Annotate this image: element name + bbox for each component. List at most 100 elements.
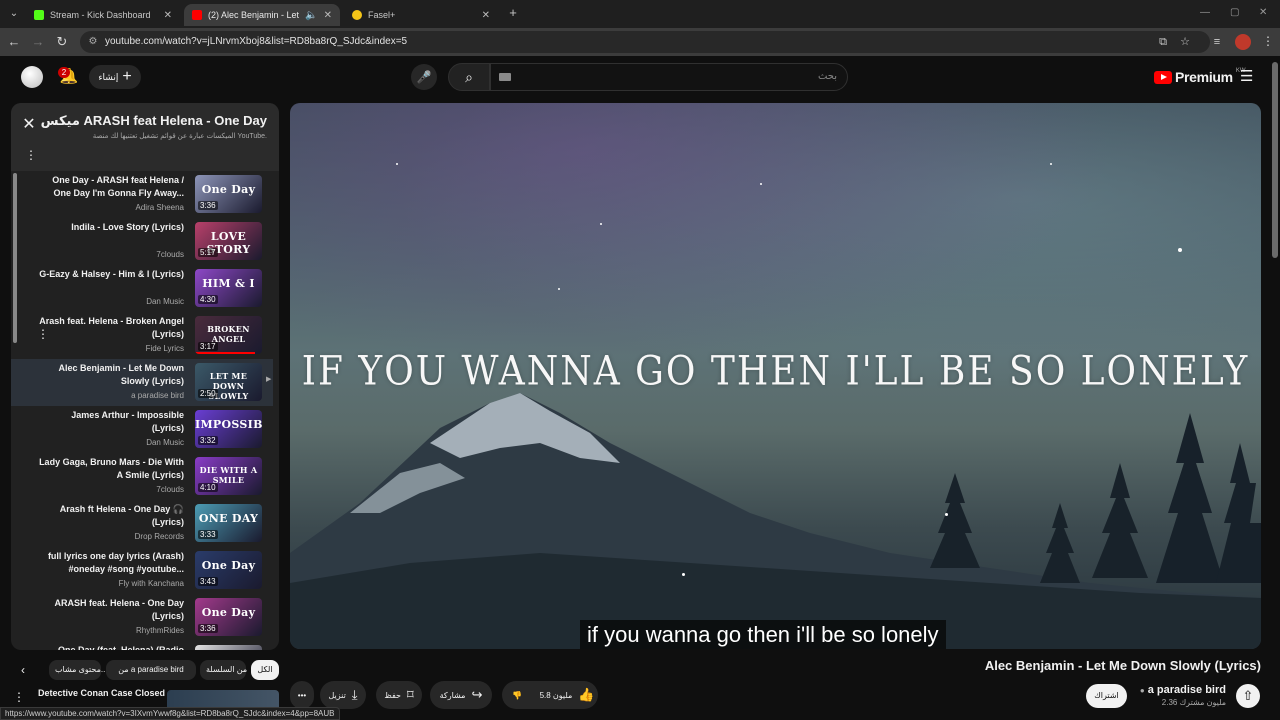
playlist-item[interactable]: LET ME DOWN SLOWLY 2:50 Alec Benjamin - Le… [11,359,273,406]
chip-from-channel[interactable]: من a paradise bird [106,660,196,680]
account-avatar[interactable] [21,66,43,88]
video-thumbnail[interactable]: BROKEN ANGEL 3:17 [195,316,262,354]
playlist-scrollbar[interactable] [13,173,17,343]
channel-avatar[interactable]: ⇧ [1236,684,1260,708]
channel-name[interactable]: ● a paradise bird [1140,684,1226,696]
playlist-item-title: G-Eazy & Halsey - Him & I (Lyrics) [39,269,184,279]
forward-icon[interactable]: → [30,34,46,50]
close-tab-icon[interactable]: ✕ [324,10,332,21]
playlist-item[interactable]: One Day 3:36 ARASH feat. Helena - One Day … [11,594,273,641]
tab-label: (2) Alec Benjamin - Let Me Down Slowly (… [208,10,300,20]
playlist-item[interactable]: One Day 3:43 full lyrics one day lyrics (A… [11,547,273,594]
youtube-premium-logo[interactable]: Premium KW [1154,68,1245,85]
guide-menu-icon[interactable]: ☰ [1240,68,1256,86]
video-thumbnail[interactable] [195,645,262,650]
tab-kick-dashboard[interactable]: Stream - Kick Dashboard ✕ [26,4,180,26]
install-app-icon[interactable]: ⧉ [1156,35,1170,49]
playlist-menu-icon[interactable]: ⋮ [25,149,37,161]
voice-search-mic-icon[interactable]: 🎤 [411,64,437,90]
mountain-scene [290,393,1261,649]
playlist-item-title: Alec Benjamin - Let Me Down Slowly (Lyri… [58,363,184,386]
search-button-icon[interactable]: ⌕ [448,63,490,91]
like-icon: 👍 [578,687,595,702]
duration-badge: 2:50 [198,389,218,398]
video-thumbnail[interactable]: IMPOSSIBLE 3:32 [195,410,262,448]
playlist-item[interactable]: LOVE STORY 5:17 Indila - Love Story (Lyric… [11,218,273,265]
playlist-item[interactable]: IMPOSSIBLE 3:32 James Arthur - Impossible … [11,406,273,453]
speaker-icon[interactable]: 🔈 [305,10,317,21]
playlist-item[interactable]: One Day 3:36 One Day - ARASH feat Helena /… [11,171,273,218]
playlist-item[interactable]: BROKEN ANGEL 3:17 Arash feat. Helena - Bro… [11,312,273,359]
duration-badge: 3:43 [198,577,218,586]
video-thumbnail[interactable]: One Day 3:36 [195,598,262,636]
site-info-icon[interactable]: ⚙ [86,35,100,49]
subscribe-button[interactable]: اشتراك [1086,684,1127,708]
item-menu-icon[interactable]: ⋮ [37,327,49,341]
tab-search-chevron-icon[interactable]: ⌄ [6,6,22,22]
search-input[interactable]: بحث [490,63,848,91]
tab-label: Stream - Kick Dashboard [50,10,151,20]
video-thumbnail[interactable]: DIE WITH A SMILE 4:10 [195,457,262,495]
youtube-play-logo-icon [1154,70,1172,84]
mix-playlist-panel: ✕ ميكس ARASH feat Helena - One Day الميك… [11,103,279,650]
chip-similar[interactable]: محتوى مشاب... [49,660,108,680]
page-scrollbar[interactable] [1272,62,1278,258]
download-button[interactable]: تنزيل ⤓ [320,681,366,709]
recommendation-menu-icon[interactable]: ⋮ [13,690,25,704]
address-bar[interactable]: ⚙ youtube.com/watch?v=jLNrvmXboj8&list=R… [80,31,1210,53]
playlist-item-channel: 7clouds [156,250,184,259]
tab-fasel[interactable]: Fasel+ ✕ [344,4,498,26]
browser-menu-icon[interactable]: ⋮ [1262,34,1274,48]
maximize-icon[interactable]: ▢ [1230,7,1239,18]
back-icon[interactable]: ← [6,34,22,50]
playlist-item[interactable]: One Day (feat. Helena) (Radio [11,641,273,650]
playlist-item-channel: a paradise bird [131,391,184,400]
share-label: مشاركة [439,690,466,700]
close-tab-icon[interactable]: ✕ [482,10,490,21]
channel-block: اشتراك ● a paradise bird 2.36 مليون مشترك… [1086,681,1266,711]
new-tab-icon[interactable]: + [505,5,521,21]
video-thumbnail[interactable]: HIM & I 4:30 [195,269,262,307]
playlist-items: One Day 3:36 One Day - ARASH feat Helena /… [11,171,279,650]
video-thumbnail[interactable]: ONE DAY 3:33 [195,504,262,542]
profile-avatar-icon[interactable] [1235,34,1251,50]
tab-youtube[interactable]: (2) Alec Benjamin - Let Me Down Slowly (… [184,4,340,26]
create-button[interactable]: إنشاء + [89,65,141,89]
save-button[interactable]: حفظ ⌑ [376,681,422,709]
minimize-icon[interactable]: — [1200,7,1210,18]
video-thumbnail[interactable]: LOVE STORY 5:17 [195,222,262,260]
like-button[interactable]: 5.8 مليون 👍 [534,681,600,709]
chip-from-series[interactable]: من السلسلة [200,660,247,680]
fasel-favicon-icon [352,10,362,20]
playlist-item[interactable]: ONE DAY 3:33 Arash ft Helena - One Day 🎧 (… [11,500,273,547]
chevron-left-icon[interactable]: ‹ [21,663,25,677]
star [682,573,685,576]
playlist-item[interactable]: DIE WITH A SMILE 4:10 Lady Gaga, Bruno Mar… [11,453,273,500]
close-window-icon[interactable]: ✕ [1259,7,1267,18]
dislike-icon[interactable]: 👎 [502,681,532,709]
playlist-item[interactable]: HIM & I 4:30 G-Eazy & Halsey - Him & I (Ly… [11,265,273,312]
thumbnail-text: BROKEN ANGEL [207,324,250,344]
share-button[interactable]: مشاركة ↪ [430,681,492,709]
lyric-overlay: IF YOU WANNA GO THEN I'LL BE SO LONELY [301,348,1250,395]
keyboard-icon[interactable] [499,73,511,81]
save-label: حفظ [384,690,401,700]
media-control-icon[interactable]: ≡ [1210,35,1224,49]
channel-name-text: a paradise bird [1147,684,1226,696]
close-playlist-icon[interactable]: ✕ [21,117,37,133]
premium-wordmark: Premium [1175,69,1233,85]
playlist-item-channel: RhythmRides [135,626,184,635]
thumbnail-text: HIM & I [202,277,255,290]
reload-icon[interactable]: ↻ [54,34,70,50]
playlist-item-channel: Drop Records [134,532,184,541]
status-bar-url: https://www.youtube.com/watch?v=3IXvmYww… [0,707,340,720]
video-thumbnail[interactable]: One Day 3:36 [195,175,262,213]
video-player[interactable]: IF YOU WANNA GO THEN I'LL BE SO LONELY i… [290,103,1261,649]
subscriber-count: 2.36 مليون مشترك [1161,698,1226,707]
bookmark-star-icon[interactable]: ☆ [1178,35,1192,49]
video-thumbnail[interactable]: One Day 3:43 [195,551,262,589]
close-tab-icon[interactable]: ✕ [164,10,172,21]
video-thumbnail[interactable]: LET ME DOWN SLOWLY 2:50 [195,363,262,401]
chip-all[interactable]: الكل [251,660,279,680]
more-actions-icon[interactable]: ••• [290,681,314,709]
